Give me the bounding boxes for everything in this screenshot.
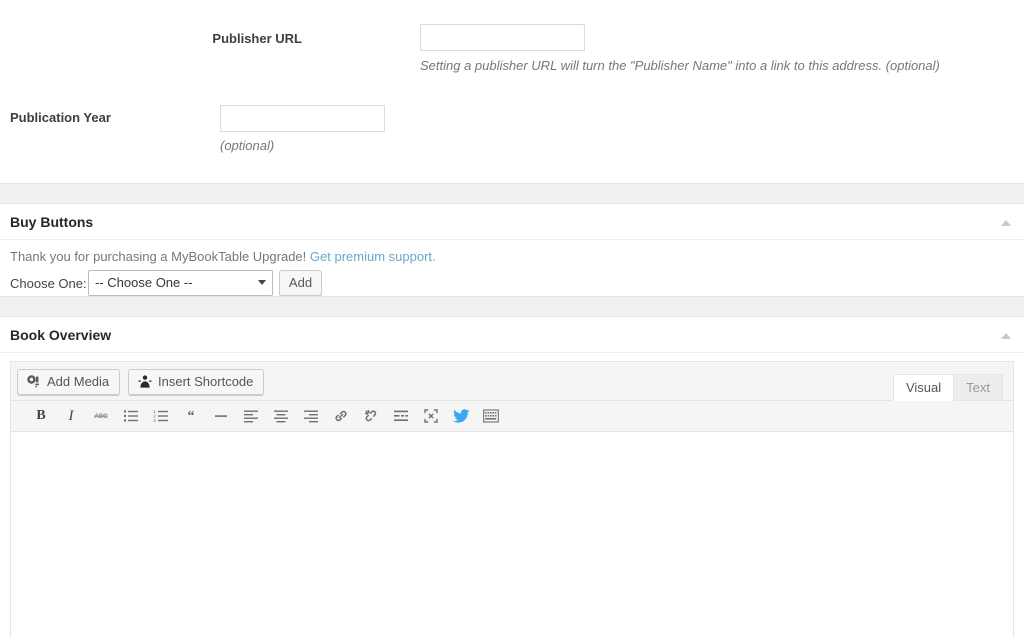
buy-buttons-title: Buy Buttons [10,214,94,230]
horizontal-rule-icon[interactable] [209,404,233,428]
italic-icon[interactable]: I [59,404,83,428]
editor-mode-tabs: Visual Text [892,374,1003,401]
get-premium-support-link[interactable]: Get premium support. [310,249,436,264]
add-media-button[interactable]: Add Media [17,369,121,395]
book-overview-editor: Add Media Insert Shortcode Visual Text B… [10,361,1014,638]
upgrade-notice-text: Thank you for purchasing a MyBookTable U… [10,249,307,264]
tab-visual[interactable]: Visual [892,374,955,401]
publisher-url-hint: Setting a publisher URL will turn the "P… [420,58,940,73]
book-overview-content-area[interactable] [11,432,1013,638]
book-meta-form: Publisher URL Setting a publisher URL wi… [0,0,1024,183]
align-right-icon[interactable] [299,404,323,428]
blockquote-icon[interactable]: “ [179,404,203,428]
editor-format-toolbar: B I ABC 1 2 3 “ [11,401,1013,432]
insert-shortcode-button[interactable]: Insert Shortcode [128,369,265,395]
chevron-up-icon[interactable] [996,327,1016,345]
media-camera-icon [26,374,42,390]
publisher-url-label: Publisher URL [212,31,302,46]
twitter-icon[interactable] [449,404,473,428]
choose-one-label: Choose One: [10,276,87,291]
publication-year-hint: (optional) [220,138,275,153]
add-media-label: Add Media [47,374,110,389]
form-row-publication-year: Publication Year (optional) [0,100,1024,183]
book-edit-page: Publisher URL Setting a publisher URL wi… [0,0,1024,638]
align-center-icon[interactable] [269,404,293,428]
section-divider-1 [0,183,1024,204]
shortcode-icon [137,374,153,390]
fullscreen-icon[interactable] [419,404,443,428]
svg-text:ABC: ABC [95,414,109,420]
insert-shortcode-label: Insert Shortcode [158,374,254,389]
publication-year-label: Publication Year [10,110,111,125]
book-overview-panel: Book Overview Add Media Insert Shortcode… [0,317,1024,638]
numbered-list-icon[interactable]: 1 2 3 [149,404,173,428]
bulleted-list-icon[interactable] [119,404,143,428]
chevron-down-icon [258,280,266,285]
read-more-icon[interactable] [389,404,413,428]
publication-year-input[interactable] [220,105,385,132]
publisher-url-input[interactable] [420,24,585,51]
buy-buttons-header: Buy Buttons [0,204,1024,240]
svg-text:“: “ [188,409,195,423]
buy-buttons-panel: Buy Buttons Thank you for purchasing a M… [0,204,1024,296]
buy-buttons-body: Thank you for purchasing a MyBookTable U… [0,240,1024,296]
strikethrough-icon[interactable]: ABC [89,404,113,428]
toolbar-toggle-icon[interactable] [479,404,503,428]
buy-button-type-select[interactable]: -- Choose One -- [88,270,273,296]
unlink-icon[interactable] [359,404,383,428]
section-divider-2 [0,296,1024,317]
tab-text[interactable]: Text [953,374,1003,401]
book-overview-header: Book Overview [0,317,1024,353]
form-row-publisher-url: Publisher URL Setting a publisher URL wi… [0,0,1024,100]
add-buy-button-button[interactable]: Add [279,270,322,296]
insert-link-icon[interactable] [329,404,353,428]
svg-text:3: 3 [153,418,156,423]
book-overview-title: Book Overview [10,327,112,343]
chevron-up-icon[interactable] [996,214,1016,232]
bold-icon[interactable]: B [29,404,53,428]
upgrade-notice: Thank you for purchasing a MyBookTable U… [10,248,436,266]
buy-button-type-select-value: -- Choose One -- [95,275,193,290]
editor-media-bar: Add Media Insert Shortcode Visual Text [11,362,1013,401]
align-left-icon[interactable] [239,404,263,428]
